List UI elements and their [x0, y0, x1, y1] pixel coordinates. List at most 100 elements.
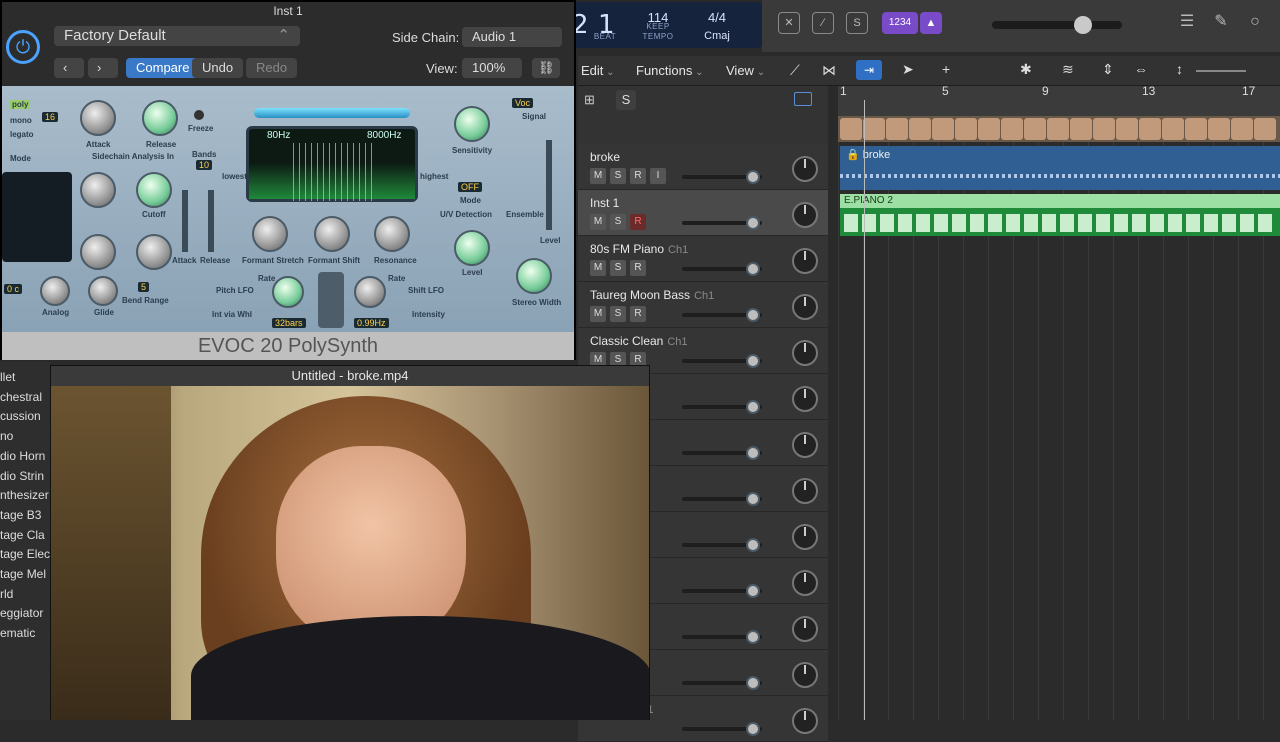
- notepad-icon[interactable]: ✎: [1210, 12, 1232, 34]
- formant-stretch-knob[interactable]: [252, 216, 288, 252]
- height-slider-icon[interactable]: ↕: [1176, 61, 1183, 77]
- shift-rate-display[interactable]: 0.99Hz: [354, 318, 389, 328]
- track-pan-knob[interactable]: [792, 202, 818, 228]
- compare-button[interactable]: Compare: [126, 58, 200, 78]
- track-pan-knob[interactable]: [792, 386, 818, 412]
- track-volume-slider[interactable]: [682, 262, 762, 276]
- track-volume-slider[interactable]: [682, 722, 762, 736]
- track-s-button[interactable]: S: [610, 168, 626, 184]
- library-item[interactable]: nthesizer: [0, 488, 49, 502]
- gear-icon[interactable]: ✱: [1020, 61, 1032, 78]
- env-release-slider[interactable]: [208, 190, 214, 252]
- track-volume-knob[interactable]: [746, 262, 760, 276]
- output-level-slider[interactable]: [546, 140, 552, 230]
- track-volume-knob[interactable]: [746, 170, 760, 184]
- previous-preset-button[interactable]: ‹: [54, 58, 84, 78]
- pitch-lfo-rate-knob[interactable]: [272, 276, 304, 308]
- track-pan-knob[interactable]: [792, 524, 818, 550]
- waveform-zoom-icon[interactable]: ≋: [1062, 61, 1074, 78]
- lcd-display[interactable]: 2 1 BEAT 114 KEEP TEMPO 4/4 Cmaj: [570, 2, 762, 48]
- voices-display[interactable]: 16: [42, 112, 59, 122]
- track-r-button[interactable]: R: [630, 168, 646, 184]
- track-r-button[interactable]: R: [630, 306, 646, 322]
- library-item[interactable]: eggiator: [0, 606, 43, 620]
- bar-ruler[interactable]: 1 5 9 13 17: [838, 84, 1280, 116]
- list-editors-icon[interactable]: ☰: [1176, 12, 1198, 34]
- next-preset-button[interactable]: ›: [88, 58, 118, 78]
- track-volume-slider[interactable]: [682, 216, 762, 230]
- track-volume-knob[interactable]: [746, 446, 760, 460]
- signal-display[interactable]: Voc: [512, 98, 534, 108]
- track-volume-slider[interactable]: [682, 676, 762, 690]
- global-solo-button[interactable]: S: [616, 90, 636, 110]
- track-i-button[interactable]: I: [650, 168, 666, 184]
- track-pan-knob[interactable]: [792, 708, 818, 734]
- track-volume-knob[interactable]: [746, 630, 760, 644]
- track-options-icon[interactable]: [794, 92, 812, 106]
- track-m-button[interactable]: M: [590, 306, 606, 322]
- poly-button[interactable]: poly: [10, 100, 31, 109]
- track-pan-knob[interactable]: [792, 432, 818, 458]
- mono-button[interactable]: mono: [10, 116, 32, 125]
- movie-frame[interactable]: [51, 386, 649, 720]
- library-item[interactable]: rld: [0, 587, 13, 601]
- metronome-icon[interactable]: ▲: [920, 12, 942, 34]
- track-pan-knob[interactable]: [792, 294, 818, 320]
- env-attack-slider[interactable]: [182, 190, 188, 252]
- count-in-button[interactable]: 1234: [882, 12, 918, 34]
- track-volume-slider[interactable]: [682, 400, 762, 414]
- sensitivity-knob[interactable]: [454, 106, 490, 142]
- stereo-width-knob[interactable]: [516, 258, 552, 294]
- track-volume-slider[interactable]: [682, 630, 762, 644]
- track-header[interactable]: Inst 1 MSR: [578, 190, 828, 236]
- track-m-button[interactable]: M: [590, 214, 606, 230]
- track-volume-slider[interactable]: [682, 584, 762, 598]
- track-volume-slider[interactable]: [682, 354, 762, 368]
- undo-button[interactable]: Undo: [192, 58, 244, 78]
- bend-range-display[interactable]: 5: [138, 282, 150, 292]
- uv-level-knob[interactable]: [454, 230, 490, 266]
- release-knob[interactable]: [142, 100, 178, 136]
- track-volume-knob[interactable]: [746, 492, 760, 506]
- osc-balance-knob[interactable]: [80, 172, 116, 208]
- shift-lfo-rate-knob[interactable]: [354, 276, 386, 308]
- pointer-tool-icon[interactable]: ➤: [902, 61, 914, 78]
- library-item[interactable]: tage B3: [0, 508, 41, 522]
- preset-menu[interactable]: Factory Default ⌃: [54, 26, 300, 46]
- filter-resonance-knob[interactable]: [136, 234, 172, 270]
- pitch-rate-display[interactable]: 32bars: [272, 318, 306, 328]
- track-s-button[interactable]: S: [610, 260, 626, 276]
- movie-window-title[interactable]: Untitled - broke.mp4: [51, 366, 649, 386]
- lfo-waveform-selector[interactable]: [318, 272, 344, 328]
- master-volume-knob[interactable]: [1074, 16, 1092, 34]
- oscillator-display[interactable]: [2, 172, 72, 262]
- horizontal-zoom-icon[interactable]: ⇔: [1134, 61, 1148, 77]
- cutoff-knob[interactable]: [136, 172, 172, 208]
- track-volume-slider[interactable]: [682, 538, 762, 552]
- playhead[interactable]: [864, 100, 865, 720]
- search-icon[interactable]: ○: [1244, 12, 1266, 34]
- track-pan-knob[interactable]: [792, 570, 818, 596]
- automation-icon[interactable]: ⟋: [790, 62, 800, 79]
- track-pan-knob[interactable]: [792, 340, 818, 366]
- resonance-knob[interactable]: [374, 216, 410, 252]
- plugin-window-title[interactable]: Inst 1: [2, 2, 574, 20]
- freeze-button[interactable]: [194, 110, 204, 120]
- library-item[interactable]: ematic: [0, 626, 35, 640]
- legato-button[interactable]: legato: [10, 130, 34, 139]
- track-volume-slider[interactable]: [682, 308, 762, 322]
- library-item[interactable]: tage Mel: [0, 567, 46, 581]
- track-s-button[interactable]: S: [610, 214, 626, 230]
- filter-display[interactable]: 80Hz 8000Hz: [246, 126, 418, 202]
- track-volume-knob[interactable]: [746, 308, 760, 322]
- attack-knob[interactable]: [80, 100, 116, 136]
- audio-region[interactable]: 🔒 broke: [840, 146, 1280, 190]
- vertical-zoom-icon[interactable]: ⇕: [1102, 61, 1114, 78]
- track-volume-slider[interactable]: [682, 170, 762, 184]
- library-item[interactable]: chestral: [0, 390, 42, 404]
- track-volume-knob[interactable]: [746, 676, 760, 690]
- track-pan-knob[interactable]: [792, 156, 818, 182]
- uv-mode-display[interactable]: OFF: [458, 182, 482, 192]
- glide-knob[interactable]: [88, 276, 118, 306]
- cycle-x-button[interactable]: ✕: [778, 12, 800, 34]
